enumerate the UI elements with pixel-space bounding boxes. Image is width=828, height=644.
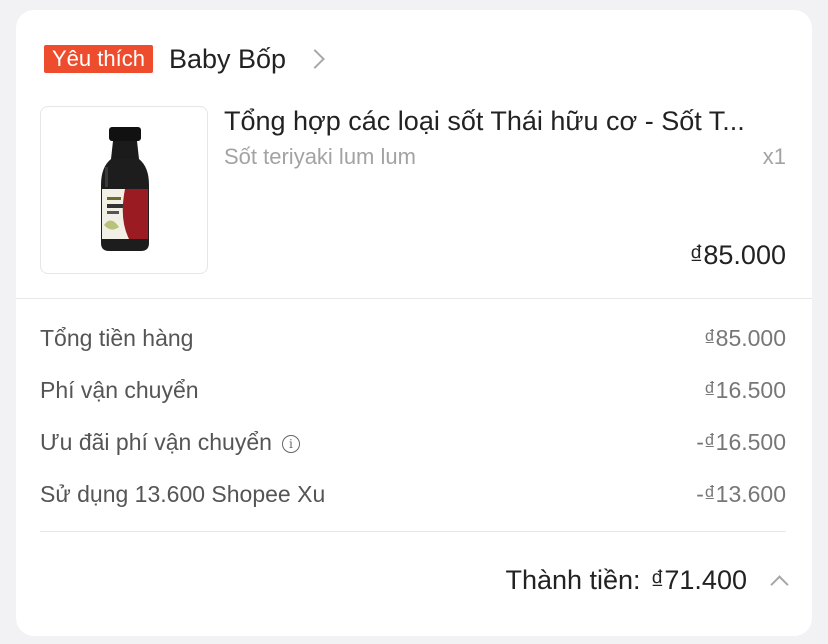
total-divider (40, 531, 786, 532)
summary-value: ₫85.000 (703, 324, 786, 351)
summary-row-shipping: Phí vận chuyển ₫16.500 (40, 374, 786, 406)
summary-row-coins: Sử dụng 13.600 Shopee Xu -₫13.600 (40, 478, 786, 510)
order-total[interactable]: Thành tiền: ₫71.400 (505, 562, 789, 598)
favorite-shop-badge: Yêu thích (44, 45, 153, 73)
summary-value: ₫16.500 (703, 376, 786, 403)
summary-value: -₫16.500 (696, 428, 786, 455)
summary-value: -₫13.600 (696, 480, 786, 507)
product-quantity: x1 (762, 144, 786, 169)
chevron-right-icon[interactable] (305, 49, 325, 69)
section-divider (16, 298, 812, 299)
summary-row-subtotal: Tổng tiền hàng ₫85.000 (40, 322, 786, 354)
summary-row-shipping-discount: Ưu đãi phí vận chuyển i -₫16.500 (40, 426, 786, 458)
summary-label: Ưu đãi phí vận chuyển (40, 428, 272, 455)
summary-label: Sử dụng 13.600 Shopee Xu (40, 480, 326, 507)
total-label: Thành tiền: (505, 564, 641, 595)
order-card: Yêu thích Baby Bốp Tổng hợp các loại sốt… (16, 10, 812, 636)
shop-name[interactable]: Baby Bốp (169, 44, 286, 75)
product-price: ₫85.000 (689, 240, 786, 270)
total-value: ₫71.400 (650, 564, 747, 595)
product-title[interactable]: Tổng hợp các loại sốt Thái hữu cơ - Sốt … (224, 106, 790, 137)
product-variant: Sốt teriyaki lum lum (224, 144, 416, 169)
product-thumbnail[interactable] (40, 106, 208, 274)
info-icon[interactable]: i (281, 434, 300, 453)
sauce-bottle-image (101, 127, 149, 251)
summary-label: Tổng tiền hàng (40, 324, 194, 351)
chevron-up-icon[interactable] (770, 574, 789, 594)
summary-label: Phí vận chuyển (40, 376, 199, 403)
shop-header[interactable]: Yêu thích Baby Bốp (44, 43, 325, 75)
